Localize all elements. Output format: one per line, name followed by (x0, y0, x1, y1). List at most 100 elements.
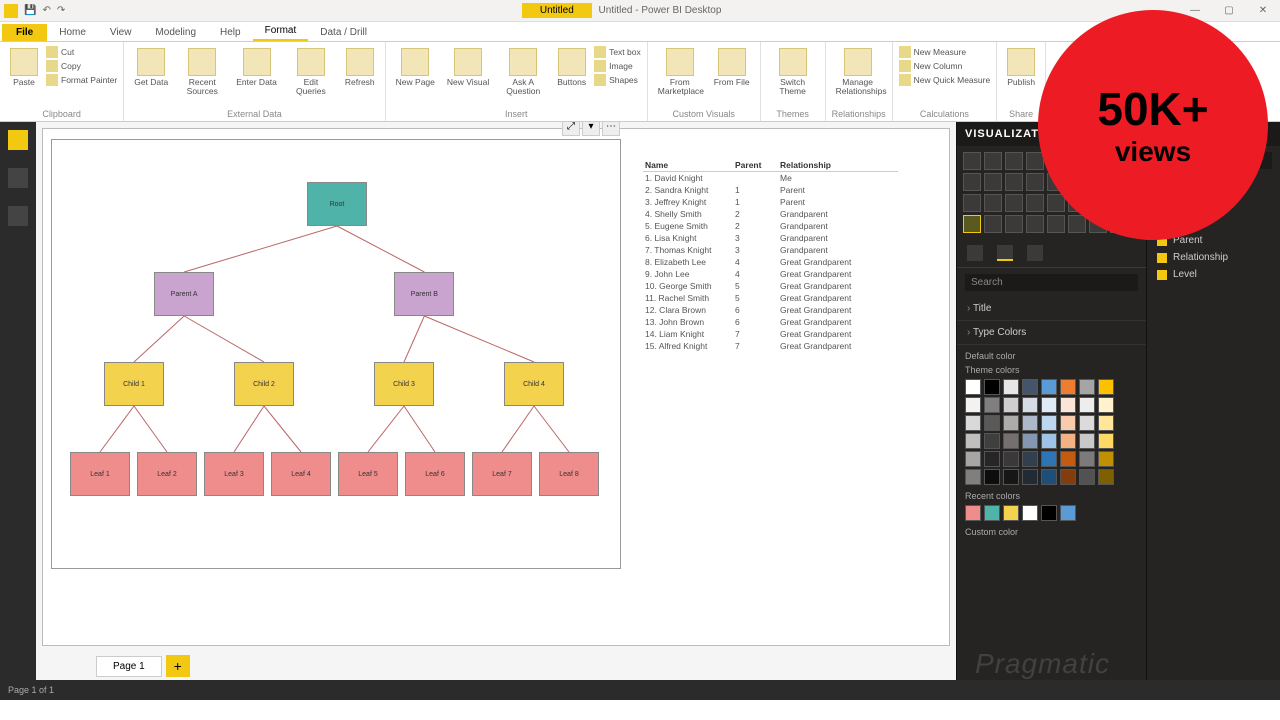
format-section-type-colors[interactable]: Type Colors (957, 321, 1146, 345)
org-node[interactable]: Leaf 2 (137, 452, 197, 496)
color-swatch[interactable] (1022, 433, 1038, 449)
page-tab[interactable]: Page 1 (96, 656, 162, 677)
viz-type-icon[interactable] (984, 152, 1002, 170)
org-node[interactable]: Parent B (394, 272, 454, 316)
color-swatch[interactable] (965, 397, 981, 413)
table-col-name[interactable]: Name (643, 159, 733, 171)
color-swatch[interactable] (1003, 415, 1019, 431)
table-row[interactable]: 10. George Smith5Great Grandparent (643, 280, 898, 292)
ribbon-small-item[interactable]: New Column (899, 60, 991, 72)
table-row[interactable]: 7. Thomas Knight3Grandparent (643, 244, 898, 256)
format-tab-icon[interactable] (997, 245, 1013, 261)
paste-button[interactable]: Paste (6, 46, 42, 89)
color-swatch[interactable] (984, 469, 1000, 485)
maximize-button[interactable]: ▢ (1212, 0, 1246, 22)
color-swatch[interactable] (1079, 379, 1095, 395)
color-swatch[interactable] (984, 451, 1000, 467)
ribbon-small-item[interactable]: Image (594, 60, 641, 72)
color-swatch[interactable] (1098, 433, 1114, 449)
table-col-rel[interactable]: Relationship (778, 159, 888, 171)
color-swatch[interactable] (1060, 469, 1076, 485)
report-canvas[interactable]: ⤢ ▾ ⋯ RootParent AParent BChild 1Child 2… (42, 128, 950, 646)
color-swatch[interactable] (1022, 451, 1038, 467)
recent-color-swatch[interactable] (1003, 505, 1019, 521)
new-page-button[interactable]: New Page (392, 46, 439, 89)
org-node[interactable]: Leaf 1 (70, 452, 130, 496)
model-view-icon[interactable] (8, 206, 28, 226)
color-swatch[interactable] (1041, 415, 1057, 431)
color-swatch[interactable] (1041, 451, 1057, 467)
get-data-button[interactable]: Get Data (130, 46, 172, 89)
table-row[interactable]: 9. John Lee4Great Grandparent (643, 268, 898, 280)
color-swatch[interactable] (1098, 469, 1114, 485)
color-swatch[interactable] (984, 415, 1000, 431)
org-node[interactable]: Leaf 6 (405, 452, 465, 496)
table-col-parent[interactable]: Parent (733, 159, 778, 171)
color-swatch[interactable] (1098, 451, 1114, 467)
table-row[interactable]: 4. Shelly Smith2Grandparent (643, 208, 898, 220)
viz-type-icon[interactable] (963, 152, 981, 170)
data-view-icon[interactable] (8, 168, 28, 188)
color-swatch[interactable] (1022, 415, 1038, 431)
org-node[interactable]: Child 3 (374, 362, 434, 406)
org-node[interactable]: Leaf 4 (271, 452, 331, 496)
table-row[interactable]: 6. Lisa Knight3Grandparent (643, 232, 898, 244)
table-row[interactable]: 8. Elizabeth Lee4Great Grandparent (643, 256, 898, 268)
color-swatch[interactable] (1022, 469, 1038, 485)
viz-type-icon[interactable] (1026, 215, 1044, 233)
org-node[interactable]: Child 2 (234, 362, 294, 406)
color-swatch[interactable] (1098, 379, 1114, 395)
manage-relationships-button[interactable]: Manage Relationships (832, 46, 884, 99)
color-swatch[interactable] (1003, 397, 1019, 413)
color-swatch[interactable] (1041, 379, 1057, 395)
qat-save-icon[interactable]: 💾 (24, 5, 36, 16)
table-row[interactable]: 1. David KnightMe (643, 172, 898, 184)
viz-type-icon[interactable] (1047, 215, 1065, 233)
color-swatch[interactable] (984, 433, 1000, 449)
color-swatch[interactable] (1003, 469, 1019, 485)
table-visual[interactable]: Name Parent Relationship 1. David Knight… (643, 159, 898, 352)
recent-color-swatch[interactable] (984, 505, 1000, 521)
color-swatch[interactable] (1022, 379, 1038, 395)
color-swatch[interactable] (1079, 433, 1095, 449)
ribbon-small-item[interactable]: Cut (46, 46, 117, 58)
buttons-button[interactable]: Buttons (553, 46, 590, 89)
color-swatch[interactable] (1041, 469, 1057, 485)
table-row[interactable]: 14. Liam Knight7Great Grandparent (643, 328, 898, 340)
table-row[interactable]: 2. Sandra Knight1Parent (643, 184, 898, 196)
table-row[interactable]: 5. Eugene Smith2Grandparent (643, 220, 898, 232)
viz-type-icon[interactable] (963, 194, 981, 212)
tab-format[interactable]: Format (253, 22, 309, 41)
ask-question-button[interactable]: Ask A Question (497, 46, 549, 99)
color-swatch[interactable] (1060, 415, 1076, 431)
color-swatch[interactable] (1041, 433, 1057, 449)
color-swatch[interactable] (1003, 451, 1019, 467)
org-node[interactable]: Parent A (154, 272, 214, 316)
from-file-button[interactable]: From File (710, 46, 754, 89)
viz-type-icon[interactable] (1005, 173, 1023, 191)
viz-type-icon[interactable] (1026, 194, 1044, 212)
qat-undo-icon[interactable]: ↶ (42, 5, 50, 16)
visual-filter-icon[interactable]: ▾ (582, 122, 600, 136)
color-swatch[interactable] (965, 415, 981, 431)
field-item[interactable]: Relationship (1147, 249, 1280, 266)
field-item[interactable]: Level (1147, 266, 1280, 283)
viz-type-icon[interactable] (1026, 173, 1044, 191)
org-node[interactable]: Leaf 5 (338, 452, 398, 496)
org-node[interactable]: Leaf 8 (539, 452, 599, 496)
report-view-icon[interactable] (8, 130, 28, 150)
qat-redo-icon[interactable]: ↷ (57, 5, 65, 16)
ribbon-small-item[interactable]: Format Painter (46, 74, 117, 86)
org-node[interactable]: Leaf 3 (204, 452, 264, 496)
tab-help[interactable]: Help (208, 24, 253, 41)
ribbon-small-item[interactable]: Shapes (594, 74, 641, 86)
viz-type-icon[interactable] (1068, 215, 1086, 233)
color-swatch[interactable] (1060, 379, 1076, 395)
tab-modeling[interactable]: Modeling (143, 24, 208, 41)
org-node[interactable]: Child 1 (104, 362, 164, 406)
ribbon-small-item[interactable]: Text box (594, 46, 641, 58)
table-row[interactable]: 12. Clara Brown6Great Grandparent (643, 304, 898, 316)
color-swatch[interactable] (1079, 415, 1095, 431)
ribbon-small-item[interactable]: New Measure (899, 46, 991, 58)
ribbon-small-item[interactable]: Copy (46, 60, 117, 72)
